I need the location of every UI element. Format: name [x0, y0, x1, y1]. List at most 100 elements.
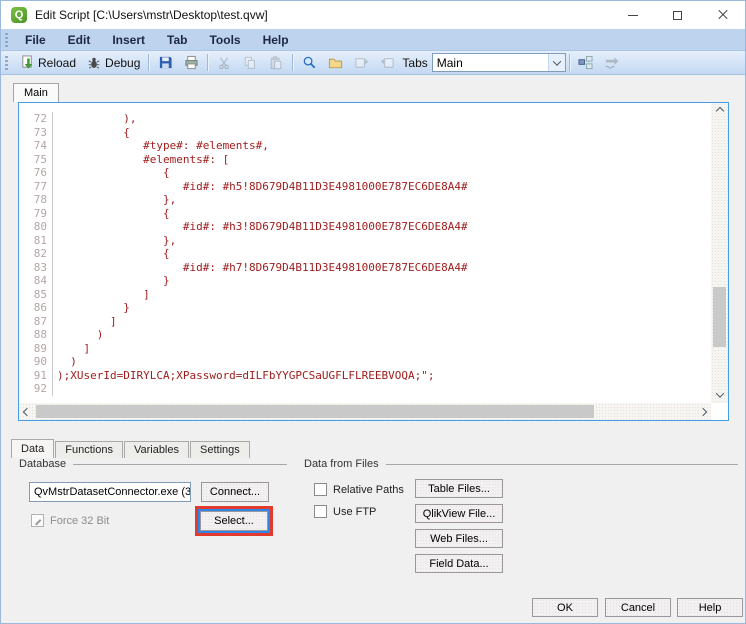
tab-settings[interactable]: Settings	[190, 441, 250, 458]
code-line: 75 #elements#: [	[19, 153, 711, 167]
tab-selector[interactable]: Main	[432, 53, 566, 72]
web-files-button[interactable]: Web Files...	[415, 529, 503, 548]
cancel-button[interactable]: Cancel	[605, 598, 671, 617]
line-number: 81	[19, 234, 53, 248]
tabs-label: Tabs	[400, 56, 431, 70]
scroll-up-icon[interactable]	[711, 103, 728, 119]
tab-functions[interactable]: Functions	[55, 441, 123, 458]
syntax-check-button	[599, 53, 625, 73]
line-text: )	[53, 328, 103, 342]
group-divider	[73, 464, 287, 465]
line-number: 80	[19, 220, 53, 234]
line-text: #type#: #elements#,	[53, 139, 269, 153]
menu-insert[interactable]: Insert	[101, 31, 156, 49]
minimize-icon	[628, 15, 638, 16]
horizontal-scrollbar[interactable]	[19, 403, 711, 420]
print-icon	[183, 55, 199, 71]
maximize-icon	[673, 11, 682, 20]
code-line: 85 ]	[19, 288, 711, 302]
database-group-label: Database	[19, 458, 66, 470]
titlebar: Q Edit Script [C:\Users\mstr\Desktop\tes…	[1, 1, 745, 29]
reload-label: Reload	[38, 56, 76, 70]
database-connector-select[interactable]: QvMstrDatasetConnector.exe (3	[29, 482, 191, 502]
line-number: 77	[19, 180, 53, 194]
code-line: 90 )	[19, 355, 711, 369]
menu-tab[interactable]: Tab	[156, 31, 198, 49]
copy-icon	[242, 55, 258, 71]
line-number: 88	[19, 328, 53, 342]
demote-tab-button	[374, 53, 400, 73]
qlikview-logo-icon: Q	[11, 7, 27, 23]
line-text: },	[53, 193, 176, 207]
tab-variables[interactable]: Variables	[124, 441, 189, 458]
merge-tabs-button[interactable]	[573, 53, 599, 73]
menu-edit[interactable]: Edit	[57, 31, 102, 49]
code-line: 74 #type#: #elements#,	[19, 139, 711, 153]
code-line: 80 #id#: #h3!8D679D4B11D3E4981000E787EC6…	[19, 220, 711, 234]
code-line: 72 ),	[19, 112, 711, 126]
find-button[interactable]	[296, 53, 322, 73]
help-button[interactable]: Help	[677, 598, 743, 617]
line-number: 76	[19, 166, 53, 180]
line-number: 86	[19, 301, 53, 315]
code-line: 77 #id#: #h5!8D679D4B11D3E4981000E787EC6…	[19, 180, 711, 194]
menu-file[interactable]: File	[14, 31, 57, 49]
minimize-button[interactable]	[610, 1, 655, 29]
relative-paths-label: Relative Paths	[333, 484, 404, 496]
table-files-button[interactable]: Table Files...	[415, 479, 503, 498]
demote-tab-icon	[379, 55, 395, 71]
line-number: 92	[19, 382, 53, 396]
menubar-grip[interactable]	[5, 33, 8, 47]
cut-icon	[216, 55, 232, 71]
line-number: 85	[19, 288, 53, 302]
menu-help[interactable]: Help	[252, 31, 300, 49]
close-button[interactable]	[700, 1, 745, 29]
line-text: #id#: #h7!8D679D4B11D3E4981000E787EC6DE8…	[53, 261, 468, 275]
use-ftp-checkbox[interactable]	[314, 505, 327, 518]
reload-button[interactable]: Reload	[14, 53, 81, 73]
print-button[interactable]	[178, 53, 204, 73]
connect-button[interactable]: Connect...	[201, 482, 269, 502]
line-number: 82	[19, 247, 53, 261]
ok-button[interactable]: OK	[532, 598, 598, 617]
scroll-down-icon[interactable]	[711, 387, 728, 403]
code-line: 73 {	[19, 126, 711, 140]
code-line: 89 ]	[19, 342, 711, 356]
vertical-scrollbar[interactable]	[711, 103, 728, 403]
code-line: 79 {	[19, 207, 711, 221]
close-icon	[718, 10, 728, 20]
line-number: 74	[19, 139, 53, 153]
script-text-area[interactable]: 72 ), 73 { 74 #type#: #elements#,	[19, 103, 711, 403]
toolbar-grip[interactable]	[5, 56, 8, 70]
add-tab-button[interactable]	[322, 53, 348, 73]
line-text: ]	[53, 342, 90, 356]
qlikview-file-button[interactable]: QlikView File...	[415, 504, 503, 523]
save-button[interactable]	[152, 53, 178, 73]
code-line: 78 },	[19, 193, 711, 207]
field-data-button[interactable]: Field Data...	[415, 554, 503, 573]
scroll-right-icon[interactable]	[695, 403, 711, 420]
vertical-scrollbar-thumb[interactable]	[713, 287, 726, 347]
menubar: File Edit Insert Tab Tools Help	[1, 29, 745, 51]
data-from-files-group-label: Data from Files	[304, 458, 379, 470]
code-line: 86 }	[19, 301, 711, 315]
tab-selector-value: Main	[437, 56, 463, 70]
line-number: 72	[19, 112, 53, 126]
maximize-button[interactable]	[655, 1, 700, 29]
line-text: {	[53, 126, 130, 140]
select-button[interactable]: Select...	[200, 511, 268, 531]
code-line: 91 );XUserId=DIRYLCA;XPassword=dILFbYYGP…	[19, 369, 711, 383]
line-number: 91	[19, 369, 53, 383]
scroll-left-icon[interactable]	[19, 403, 35, 420]
line-text: )	[53, 355, 77, 369]
horizontal-scrollbar-thumb[interactable]	[36, 405, 594, 418]
debug-button[interactable]: Debug	[81, 53, 145, 73]
force-32bit-checkbox[interactable]	[31, 514, 44, 527]
relative-paths-checkbox[interactable]	[314, 483, 327, 496]
chevron-down-icon[interactable]	[548, 54, 565, 71]
script-editor: 72 ), 73 { 74 #type#: #elements#,	[18, 102, 729, 421]
menu-tools[interactable]: Tools	[198, 31, 251, 49]
editor-tab-main[interactable]: Main	[13, 83, 59, 102]
tab-data[interactable]: Data	[11, 439, 54, 458]
promote-tab-button	[348, 53, 374, 73]
